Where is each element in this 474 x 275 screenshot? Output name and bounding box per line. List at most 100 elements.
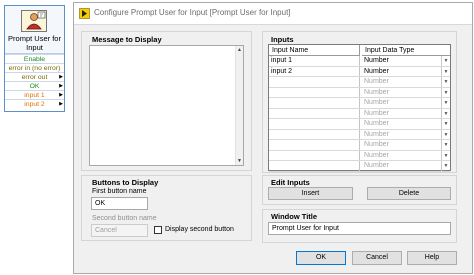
help-button[interactable]: Help xyxy=(407,251,457,265)
input-type-select[interactable]: Number ▼ xyxy=(362,56,450,66)
chevron-down-icon[interactable]: ▼ xyxy=(441,108,450,118)
express-vi-node[interactable]: Prompt User for Input Enable error in (n… xyxy=(4,5,65,112)
input-type-value: Number xyxy=(364,120,389,127)
input-name-cell[interactable]: input 1 xyxy=(269,56,360,66)
col-header-input-name[interactable]: Input Name xyxy=(269,45,360,56)
input-type-value: Number xyxy=(364,88,389,96)
terminal-label: error in (no error) xyxy=(8,65,61,72)
node-title: Prompt User for Input xyxy=(5,34,64,52)
chevron-down-icon[interactable]: ▼ xyxy=(441,140,450,150)
input-name-cell[interactable] xyxy=(269,98,360,108)
input-type-select[interactable]: Number ▼ xyxy=(362,119,450,129)
chevron-down-icon[interactable]: ▼ xyxy=(441,56,450,66)
table-row[interactable]: input 2 Number ▼ xyxy=(269,66,450,77)
input-name-cell[interactable] xyxy=(269,140,360,150)
input-name-cell[interactable] xyxy=(269,119,360,129)
input-type-value: Number xyxy=(364,78,389,85)
configure-dialog: Configure Prompt User for Input [Prompt … xyxy=(73,2,473,274)
window-title-group-title: Window Title xyxy=(271,212,318,221)
terminal-enable[interactable]: Enable xyxy=(5,54,64,63)
input-type-value: Number xyxy=(364,67,389,75)
chevron-down-icon[interactable]: ▼ xyxy=(441,161,450,171)
terminal-ok[interactable]: OK ▶ xyxy=(5,81,64,90)
message-textarea[interactable]: ▲ ▼ xyxy=(89,45,244,166)
input-type-select[interactable]: Number ▼ xyxy=(362,77,450,87)
input-type-value: Number xyxy=(364,162,389,169)
chevron-down-icon[interactable]: ▼ xyxy=(441,77,450,87)
input-type-select[interactable]: Number ▼ xyxy=(362,108,450,118)
input-name-cell[interactable] xyxy=(269,161,360,171)
labview-icon xyxy=(79,8,90,19)
input-name-cell[interactable] xyxy=(269,108,360,118)
input-type-select[interactable]: Number ▼ xyxy=(362,150,450,160)
table-row[interactable]: Number ▼ xyxy=(269,108,450,119)
col-header-input-type[interactable]: Input Data Type xyxy=(362,45,450,56)
scroll-up-icon[interactable]: ▲ xyxy=(237,47,242,53)
table-row[interactable]: Number ▼ xyxy=(269,119,450,130)
input-name-cell[interactable] xyxy=(269,77,360,87)
chevron-down-icon[interactable]: ▼ xyxy=(441,87,450,97)
input-type-select[interactable]: Number ▼ xyxy=(362,98,450,108)
input-type-select[interactable]: Number ▼ xyxy=(362,129,450,139)
cancel-button[interactable]: Cancel xyxy=(352,251,402,265)
input-type-select[interactable]: Number ▼ xyxy=(362,87,450,97)
chevron-down-icon[interactable]: ▼ xyxy=(441,150,450,160)
terminal-label: Enable xyxy=(23,56,46,63)
window-title-input[interactable]: Prompt User for Input xyxy=(268,222,451,235)
second-button-name-input[interactable]: Cancel xyxy=(91,224,148,237)
chevron-down-icon[interactable]: ▼ xyxy=(441,66,450,76)
terminal-label: input 1 xyxy=(24,92,45,99)
input-name-cell[interactable] xyxy=(269,129,360,139)
table-row[interactable]: Number ▼ xyxy=(269,87,450,98)
inputs-table: Input Name Input Data Type input 1 Number… xyxy=(268,44,451,172)
input-type-value: Number xyxy=(364,99,389,106)
dialog-titlebar: Configure Prompt User for Input [Prompt … xyxy=(74,3,472,25)
delete-button[interactable]: Delete xyxy=(367,187,451,200)
terminal-label: error out xyxy=(21,74,48,81)
output-arrow-icon: ▶ xyxy=(59,74,63,80)
input-type-value: Number xyxy=(364,130,389,138)
output-arrow-icon: ▶ xyxy=(59,101,63,107)
terminal-input-2[interactable]: input 2 ▶ xyxy=(5,99,64,108)
first-button-name-input[interactable]: OK xyxy=(91,197,148,210)
ok-button[interactable]: OK xyxy=(296,251,346,265)
input-type-select[interactable]: Number ▼ xyxy=(362,140,450,150)
node-title-line2: Input xyxy=(26,43,43,52)
table-row[interactable]: Number ▼ xyxy=(269,98,450,109)
message-scrollbar[interactable]: ▲ ▼ xyxy=(235,46,243,165)
dialog-title: Configure Prompt User for Input [Prompt … xyxy=(94,8,291,17)
buttons-group-title: Buttons to Display xyxy=(92,178,159,187)
table-row[interactable]: input 1 Number ▼ xyxy=(269,56,450,67)
terminal-label: OK xyxy=(29,83,40,90)
output-arrow-icon: ▶ xyxy=(59,92,63,98)
input-name-cell[interactable] xyxy=(269,150,360,160)
table-row[interactable]: Number ▼ xyxy=(269,140,450,151)
terminal-error-in[interactable]: error in (no error) xyxy=(5,63,64,72)
display-second-button-label: Display second button xyxy=(165,226,234,233)
table-row[interactable]: Number ▼ xyxy=(269,129,450,140)
node-title-line1: Prompt User for xyxy=(8,34,61,43)
input-type-select[interactable]: Number ▼ xyxy=(362,66,450,76)
terminal-input-1[interactable]: input 1 ▶ xyxy=(5,90,64,99)
first-button-label: First button name xyxy=(92,188,147,195)
input-type-value: Number xyxy=(364,151,389,159)
prompt-user-icon xyxy=(21,10,47,32)
message-group: Message to Display ▲ ▼ xyxy=(81,31,252,171)
chevron-down-icon[interactable]: ▼ xyxy=(441,129,450,139)
table-row[interactable]: Number ▼ xyxy=(269,150,450,161)
input-type-value: Number xyxy=(364,141,389,148)
scroll-down-icon[interactable]: ▼ xyxy=(237,158,242,164)
output-arrow-icon: ▶ xyxy=(59,83,63,89)
chevron-down-icon[interactable]: ▼ xyxy=(441,119,450,129)
chevron-down-icon[interactable]: ▼ xyxy=(441,98,450,108)
terminal-error-out[interactable]: error out ▶ xyxy=(5,72,64,81)
input-type-select[interactable]: Number ▼ xyxy=(362,161,450,171)
table-row[interactable]: Number ▼ xyxy=(269,161,450,172)
insert-button[interactable]: Insert xyxy=(268,187,353,200)
terminal-label: input 2 xyxy=(24,101,45,108)
table-row[interactable]: Number ▼ xyxy=(269,77,450,88)
input-name-cell[interactable]: input 2 xyxy=(269,66,360,76)
input-name-cell[interactable] xyxy=(269,87,360,97)
input-type-value: Number xyxy=(364,109,389,117)
display-second-button-checkbox[interactable] xyxy=(154,226,162,234)
